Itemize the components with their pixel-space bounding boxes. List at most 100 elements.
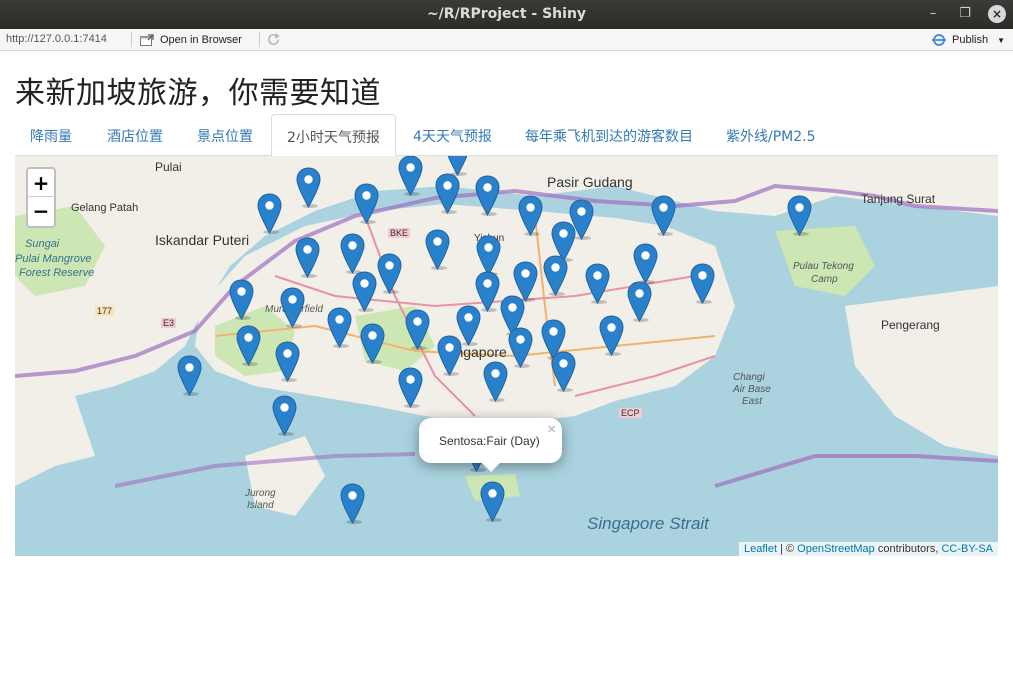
close-icon[interactable]: × (988, 5, 1006, 23)
weather-marker[interactable] (508, 327, 533, 369)
weather-marker[interactable] (475, 175, 500, 217)
weather-marker[interactable] (633, 243, 658, 285)
tab-2hr-weather-forecast[interactable]: 2小时天气预报 (271, 114, 396, 157)
popup-text: Sentosa:Fair (Day) (439, 434, 540, 448)
weather-marker[interactable] (296, 167, 321, 209)
weather-marker[interactable] (425, 229, 450, 271)
weather-marker[interactable] (354, 183, 379, 225)
map-label: Pulai Mangrove (15, 253, 92, 265)
attribution-separator: | © (777, 543, 798, 555)
tab-rainfall[interactable]: 降雨量 (15, 114, 87, 156)
weather-marker[interactable] (551, 351, 576, 393)
weather-marker[interactable] (599, 315, 624, 357)
map-label: BKE (388, 228, 411, 238)
open-in-browser-button[interactable]: Open in Browser (140, 31, 242, 49)
map-label: Pulau Tekong (793, 261, 854, 272)
weather-marker[interactable] (543, 255, 568, 297)
chevron-down-icon[interactable]: ▼ (997, 36, 1005, 45)
weather-marker[interactable] (437, 335, 462, 377)
map-label: Changi (733, 372, 765, 383)
map-label: Forest Reserve (19, 267, 95, 279)
weather-marker[interactable] (257, 193, 282, 235)
weather-marker[interactable] (229, 279, 254, 321)
popup-close-button[interactable]: × (547, 421, 556, 438)
attribution-text: contributors, (874, 543, 942, 555)
map-label: E3 (161, 318, 177, 328)
map-attribution: Leaflet | © OpenStreetMap contributors, … (738, 542, 998, 556)
weather-marker[interactable] (340, 483, 365, 525)
weather-marker[interactable] (476, 235, 501, 277)
weather-marker[interactable] (480, 481, 505, 523)
weather-marker[interactable] (651, 195, 676, 237)
map-pin-icon (627, 281, 652, 323)
map-label: Tanjung Surat (861, 192, 936, 206)
map-pin-icon (405, 309, 430, 351)
leaflet-link[interactable]: Leaflet (744, 543, 777, 555)
map-label: East (742, 396, 763, 407)
weather-marker[interactable] (435, 173, 460, 215)
map-label: Singapore Strait (587, 514, 709, 533)
map-label: Sungai (25, 238, 60, 250)
osm-link[interactable]: OpenStreetMap (797, 543, 875, 555)
page-title: 来新加坡旅游，你需要知道 (15, 76, 381, 111)
map-pin-icon (275, 341, 300, 383)
weather-marker[interactable] (398, 367, 423, 409)
weather-marker[interactable] (327, 307, 352, 349)
minimize-icon[interactable]: – (924, 5, 942, 23)
license-link[interactable]: CC-BY-SA (941, 543, 993, 555)
map-pin-icon (690, 263, 715, 305)
map-pin-icon (229, 279, 254, 321)
weather-marker[interactable] (690, 263, 715, 305)
weather-marker[interactable] (236, 325, 261, 367)
url-display: http://127.0.0.1:7414 (6, 33, 107, 45)
map-pin-icon (280, 287, 305, 329)
weather-marker[interactable] (360, 323, 385, 365)
map-label: Gelang Patah (71, 202, 139, 214)
browser-icon (140, 34, 154, 46)
map-label: 177 (95, 306, 115, 316)
weather-marker[interactable] (585, 263, 610, 305)
tab-uv-pm25[interactable]: 紫外线/PM2.5 (711, 114, 831, 156)
weather-marker[interactable] (352, 271, 377, 313)
weather-marker[interactable] (177, 355, 202, 397)
open-in-browser-label: Open in Browser (160, 34, 242, 46)
zoom-in-button[interactable]: + (28, 169, 54, 197)
tab-attraction-locations[interactable]: 景点位置 (182, 114, 268, 156)
map-pin-icon (354, 183, 379, 225)
map-pin-icon (377, 253, 402, 295)
map-pin-icon (257, 193, 282, 235)
tab-hotel-locations[interactable]: 酒店位置 (92, 114, 178, 156)
weather-marker[interactable] (398, 156, 423, 197)
map-pin-icon (475, 175, 500, 217)
map-pin-icon (340, 483, 365, 525)
weather-marker[interactable] (340, 233, 365, 275)
zoom-out-button[interactable]: − (28, 197, 54, 225)
window-titlebar: ~/R/RProject - Shiny – ❐ × (0, 0, 1013, 29)
map-pin-icon (327, 307, 352, 349)
weather-marker[interactable] (405, 309, 430, 351)
map-popup: Sentosa:Fair (Day) × (419, 418, 562, 472)
weather-marker[interactable] (377, 253, 402, 295)
weather-marker[interactable] (280, 287, 305, 329)
weather-marker[interactable] (518, 195, 543, 237)
weather-marker[interactable] (787, 195, 812, 237)
map-pin-icon (236, 325, 261, 367)
refresh-icon[interactable] (266, 32, 281, 47)
weather-marker[interactable] (483, 361, 508, 403)
weather-marker[interactable] (627, 281, 652, 323)
weather-marker[interactable] (295, 237, 320, 279)
weather-marker[interactable] (275, 341, 300, 383)
publish-button[interactable]: Publish ▼ (931, 31, 1005, 49)
map-label: Camp (811, 274, 838, 285)
map-label: Pengerang (881, 318, 940, 332)
map-pin-icon (633, 243, 658, 285)
maximize-icon[interactable]: ❐ (956, 5, 974, 23)
popup-tip (481, 462, 501, 472)
weather-marker[interactable] (272, 395, 297, 437)
tab-4day-weather-forecast[interactable]: 4天天气预报 (398, 114, 507, 156)
leaflet-map[interactable]: + − Pulai Pasir Gudang Tanjung Surat Gel… (15, 156, 998, 556)
publish-label: Publish (952, 34, 989, 46)
zoom-control: + − (26, 167, 56, 228)
tab-annual-air-arrivals[interactable]: 每年乘飞机到达的游客数目 (510, 114, 708, 156)
map-pin-icon (476, 235, 501, 277)
